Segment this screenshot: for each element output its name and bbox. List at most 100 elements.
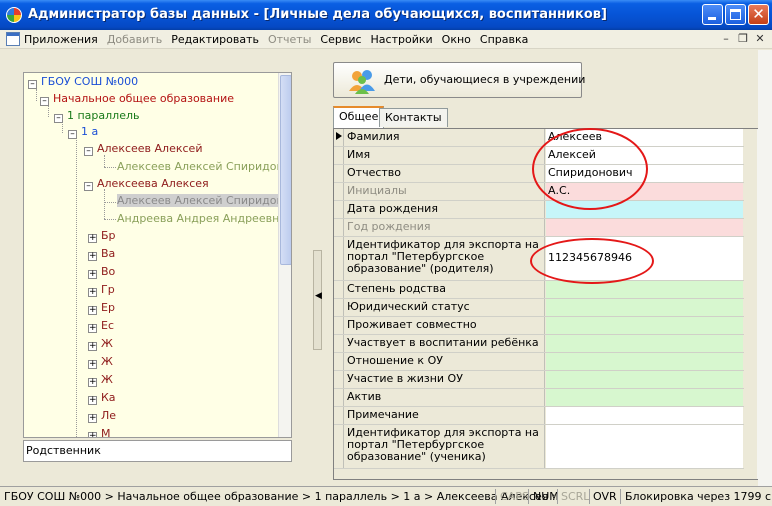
tree-collapsed-student[interactable]: + Ле — [88, 409, 116, 423]
property-value[interactable] — [546, 353, 743, 370]
property-name: Идентификатор для экспорта на портал "Пе… — [345, 425, 545, 468]
tree-student-2[interactable]: – Алексеева Алексея — [84, 177, 209, 191]
property-row[interactable]: Год рождения — [334, 219, 744, 237]
scrl-indicator: SCRL — [561, 490, 590, 503]
property-row[interactable]: Идентификатор для экспорта на портал "Пе… — [334, 425, 744, 469]
property-value[interactable]: Алексеев — [546, 129, 743, 146]
expand-icon[interactable]: + — [88, 396, 97, 405]
property-row[interactable]: Отчество Спиридонович — [334, 165, 744, 183]
collapse-icon[interactable]: – — [28, 80, 37, 89]
property-row[interactable]: Актив — [334, 389, 744, 407]
expand-icon[interactable]: + — [88, 252, 97, 261]
menu-edit[interactable]: Редактировать — [171, 33, 259, 46]
menu-settings[interactable]: Настройки — [371, 33, 433, 46]
tree-relative-selected[interactable]: Алексеев Алексей Спиридоно — [117, 194, 291, 207]
tree-level2[interactable]: –1 параллель — [54, 109, 140, 123]
property-value[interactable] — [546, 371, 743, 388]
tree-scrollbar[interactable] — [278, 73, 291, 437]
mdi-minimize-icon[interactable]: – — [720, 33, 732, 45]
property-row[interactable]: Участвует в воспитании ребёнка — [334, 335, 744, 353]
property-name: Год рождения — [345, 219, 545, 236]
property-row[interactable]: Степень родства — [334, 281, 744, 299]
property-row[interactable]: Идентификатор для экспорта на портал "Пе… — [334, 237, 744, 281]
property-row[interactable]: Дата рождения — [334, 201, 744, 219]
collapse-icon[interactable]: – — [40, 97, 49, 106]
menu-help[interactable]: Справка — [480, 33, 528, 46]
property-row[interactable]: Отношение к ОУ — [334, 353, 744, 371]
tree-collapsed-student[interactable]: + Ка — [88, 391, 116, 405]
menu-reports[interactable]: Отчеты — [268, 33, 311, 46]
menu-service[interactable]: Сервис — [320, 33, 361, 46]
tree-class[interactable]: –1 а — [68, 125, 98, 139]
tree-collapsed-student[interactable]: + М — [88, 427, 111, 437]
expand-icon[interactable]: + — [88, 270, 97, 279]
property-value[interactable] — [546, 299, 743, 316]
window-scrollbar[interactable] — [758, 50, 772, 486]
expand-icon[interactable]: + — [88, 414, 97, 423]
property-row[interactable]: Юридический статус — [334, 299, 744, 317]
panel-splitter[interactable]: ◀ — [313, 250, 322, 350]
tree-collapsed-student[interactable]: + Ер — [88, 301, 115, 315]
property-value[interactable] — [546, 335, 743, 352]
expand-icon[interactable]: + — [88, 432, 97, 437]
property-row[interactable]: Примечание — [334, 407, 744, 425]
expand-icon[interactable]: + — [88, 324, 97, 333]
property-row[interactable]: Проживает совместно — [334, 317, 744, 335]
property-row[interactable]: Фамилия Алексеев — [334, 129, 744, 147]
property-value[interactable] — [546, 317, 743, 334]
property-value[interactable] — [546, 425, 743, 468]
property-value[interactable] — [546, 201, 743, 218]
expand-icon[interactable]: + — [88, 234, 97, 243]
property-row[interactable]: Инициалы А.С. — [334, 183, 744, 201]
tree-root[interactable]: – ГБОУ СОШ №000 — [28, 75, 138, 89]
tab-contacts[interactable]: Контакты — [379, 108, 448, 127]
tree-collapsed-student[interactable]: + Гр — [88, 283, 115, 297]
property-value[interactable] — [546, 407, 743, 424]
tree-collapsed-student[interactable]: + Бр — [88, 229, 116, 243]
property-value[interactable] — [546, 281, 743, 298]
org-tree[interactable]: – ГБОУ СОШ №000 – Начальное общее образова… — [23, 72, 292, 438]
tree-scroll-thumb[interactable] — [280, 75, 291, 265]
property-row[interactable]: Имя Алексей — [334, 147, 744, 165]
tree-collapsed-student[interactable]: + Ж — [88, 355, 113, 369]
close-button[interactable]: ✕ — [748, 4, 769, 25]
collapse-icon[interactable]: – — [54, 114, 63, 123]
menu-window[interactable]: Окно — [442, 33, 471, 46]
expand-icon[interactable]: + — [88, 342, 97, 351]
property-value[interactable]: Алексей — [546, 147, 743, 164]
property-value[interactable] — [546, 389, 743, 406]
mdi-close-icon[interactable]: ✕ — [754, 33, 766, 45]
maximize-button[interactable] — [725, 4, 746, 25]
collapse-icon[interactable]: – — [68, 130, 77, 139]
children-in-school-button[interactable]: Дети, обучающиеся в учреждении — [333, 62, 585, 98]
expand-icon[interactable]: + — [88, 288, 97, 297]
menu-applications[interactable]: Приложения — [24, 33, 98, 46]
collapse-icon[interactable]: – — [84, 182, 93, 191]
property-row[interactable]: Участие в жизни ОУ — [334, 371, 744, 389]
tab-general[interactable]: Общее — [333, 106, 385, 128]
collapse-icon[interactable]: – — [84, 147, 93, 156]
minimize-button[interactable] — [702, 4, 723, 25]
tree-collapsed-student[interactable]: + Ж — [88, 337, 113, 351]
tree-collapsed-student[interactable]: + Во — [88, 265, 115, 279]
collapse-left-icon[interactable]: ◀ — [315, 291, 322, 301]
tree-relative[interactable]: Алексеев Алексей Спиридоно — [117, 160, 290, 173]
tree-level1[interactable]: – Начальное общее образование — [40, 92, 234, 106]
tree-collapsed-student[interactable]: + Ва — [88, 247, 115, 261]
expand-icon[interactable]: + — [88, 306, 97, 315]
tree-collapsed-student[interactable]: + Ес — [88, 319, 114, 333]
tree-relative[interactable]: Андреева Андрея Андреевна — [117, 212, 286, 225]
property-value[interactable]: А.С. — [546, 183, 743, 200]
property-name: Примечание — [345, 407, 545, 424]
tree-collapsed-student[interactable]: + Ж — [88, 373, 113, 387]
property-value[interactable] — [546, 219, 743, 236]
document-window-icon[interactable] — [6, 32, 20, 46]
tree-student-1[interactable]: – Алексеев Алексей — [84, 142, 202, 156]
menu-add[interactable]: Добавить — [107, 33, 162, 46]
property-value[interactable]: 112345678946 — [546, 237, 743, 280]
expand-icon[interactable]: + — [88, 360, 97, 369]
caps-indicator: CAPS — [500, 490, 529, 503]
expand-icon[interactable]: + — [88, 378, 97, 387]
property-value[interactable]: Спиридонович — [546, 165, 743, 182]
mdi-restore-icon[interactable]: ❐ — [737, 33, 749, 45]
